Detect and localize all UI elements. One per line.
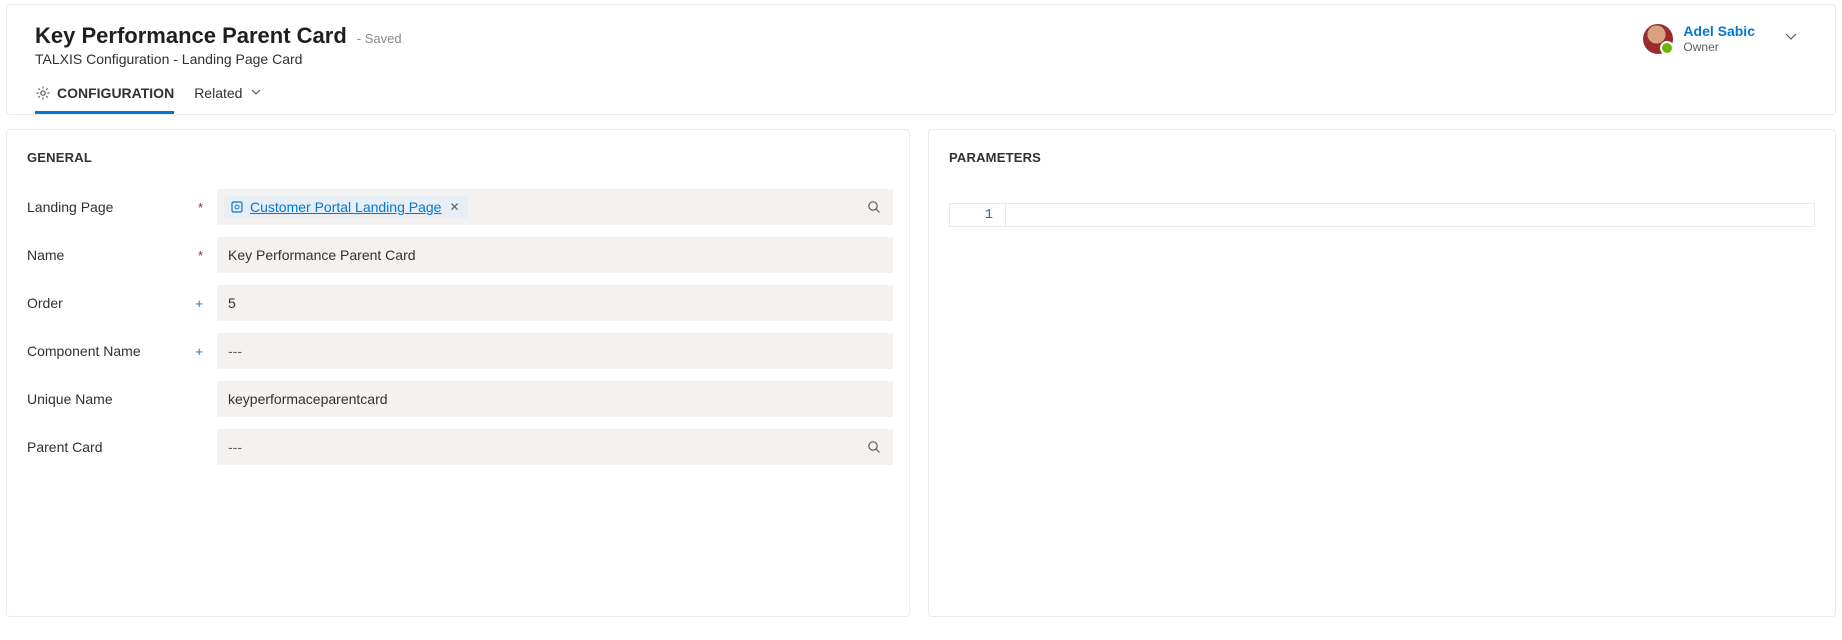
tab-configuration[interactable]: CONFIGURATION xyxy=(35,85,174,114)
recommended-mark: + xyxy=(193,345,203,358)
line-number: 1 xyxy=(950,204,993,226)
search-icon[interactable] xyxy=(866,199,882,215)
name-value: Key Performance Parent Card xyxy=(228,247,416,263)
name-label: Name xyxy=(27,247,64,263)
name-input[interactable]: Key Performance Parent Card xyxy=(217,237,893,273)
unique-name-value: keyperformaceparentcard xyxy=(228,391,388,407)
owner-role-label: Owner xyxy=(1683,40,1755,54)
chevron-down-icon xyxy=(250,85,262,101)
title-block: Key Performance Parent Card - Saved TALX… xyxy=(35,23,402,67)
component-name-value: --- xyxy=(228,343,242,359)
unique-name-input[interactable]: keyperformaceparentcard xyxy=(217,381,893,417)
order-input[interactable]: 5 xyxy=(217,285,893,321)
editor-content[interactable] xyxy=(1006,204,1814,226)
required-mark: * xyxy=(193,249,203,262)
order-value: 5 xyxy=(228,295,236,311)
parameters-panel: PARAMETERS 1 xyxy=(928,129,1836,617)
order-label: Order xyxy=(27,295,63,311)
owner-chevron-down-icon[interactable] xyxy=(1783,29,1799,48)
owner-avatar[interactable] xyxy=(1643,24,1673,54)
component-name-input[interactable]: --- xyxy=(217,333,893,369)
landing-page-tag-text[interactable]: Customer Portal Landing Page xyxy=(250,199,441,215)
general-panel: GENERAL Landing Page * Customer Portal L… xyxy=(6,129,910,617)
parameters-editor[interactable]: 1 xyxy=(949,203,1815,227)
header-card: Key Performance Parent Card - Saved TALX… xyxy=(6,4,1836,115)
unique-name-label: Unique Name xyxy=(27,391,113,407)
recommended-mark: + xyxy=(193,297,203,310)
general-section-title: GENERAL xyxy=(27,150,893,165)
owner-block[interactable]: Adel Sabic Owner xyxy=(1643,23,1807,54)
parent-card-lookup[interactable]: --- xyxy=(217,429,893,465)
parent-card-label: Parent Card xyxy=(27,439,102,455)
parent-card-value: --- xyxy=(228,439,242,455)
entity-icon xyxy=(230,200,244,214)
component-name-label: Component Name xyxy=(27,343,141,359)
tab-related-label: Related xyxy=(194,85,242,101)
tab-related[interactable]: Related xyxy=(194,85,262,114)
gear-icon xyxy=(35,85,51,101)
landing-page-tag: Customer Portal Landing Page ✕ xyxy=(224,196,468,218)
page-title: Key Performance Parent Card xyxy=(35,23,347,49)
close-icon[interactable]: ✕ xyxy=(447,200,461,214)
page-subtitle: TALXIS Configuration - Landing Page Card xyxy=(35,51,402,67)
search-icon[interactable] xyxy=(866,439,882,455)
editor-gutter: 1 xyxy=(950,204,1006,226)
parameters-section-title: PARAMETERS xyxy=(949,150,1815,165)
landing-page-lookup[interactable]: Customer Portal Landing Page ✕ xyxy=(217,189,893,225)
required-mark: * xyxy=(193,201,203,214)
landing-page-label: Landing Page xyxy=(27,199,113,215)
saved-indicator: - Saved xyxy=(357,31,402,46)
owner-name[interactable]: Adel Sabic xyxy=(1683,23,1755,40)
tabs: CONFIGURATION Related xyxy=(7,71,1835,114)
tab-configuration-label: CONFIGURATION xyxy=(57,85,174,101)
